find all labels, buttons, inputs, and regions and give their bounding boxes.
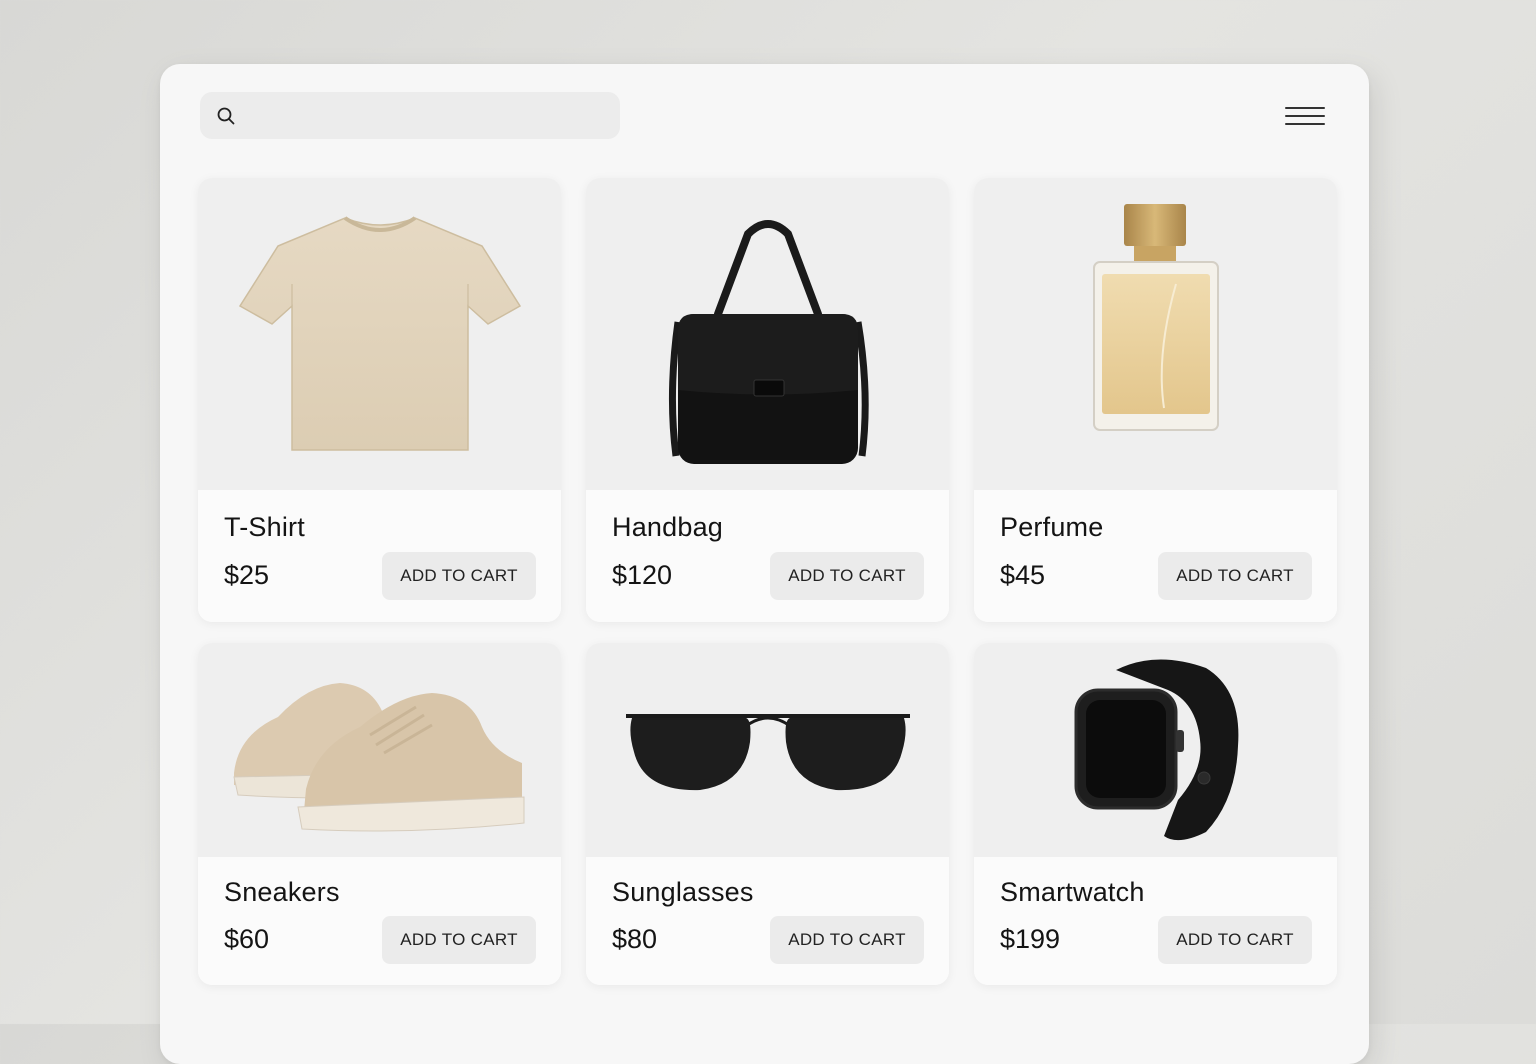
add-to-cart-button[interactable]: ADD TO CART	[1158, 552, 1312, 600]
app-window: T-Shirt $25 ADD TO CART Handbag $120 ADD…	[160, 64, 1369, 1064]
product-name: T-Shirt	[224, 512, 305, 542]
product-name: Smartwatch	[1000, 877, 1145, 907]
product-name: Sunglasses	[612, 877, 754, 907]
sunglasses-image[interactable]	[586, 643, 949, 857]
product-card-sneakers[interactable]: Sneakers $60 ADD TO CART	[198, 643, 561, 985]
sneakers-image[interactable]	[198, 643, 561, 857]
product-card-tshirt[interactable]: T-Shirt $25 ADD TO CART	[198, 178, 561, 622]
add-to-cart-button[interactable]: ADD TO CART	[770, 552, 924, 600]
product-card-handbag[interactable]: Handbag $120 ADD TO CART	[586, 178, 949, 622]
menu-line	[1285, 123, 1325, 125]
product-price: $25	[224, 560, 270, 590]
product-card-smartwatch[interactable]: Smartwatch $199 ADD TO CART	[974, 643, 1337, 985]
search-icon[interactable]	[216, 106, 236, 126]
card-body: T-Shirt $25 ADD TO CART	[198, 490, 561, 622]
menu-line	[1285, 107, 1325, 109]
product-price: $45	[1000, 560, 1046, 590]
hamburger-menu-icon[interactable]	[1285, 100, 1325, 132]
card-body: Handbag $120 ADD TO CART	[586, 490, 949, 622]
product-name: Perfume	[1000, 512, 1104, 542]
smartwatch-image[interactable]	[974, 643, 1337, 857]
card-body: Smartwatch $199 ADD TO CART	[974, 857, 1337, 985]
add-to-cart-button[interactable]: ADD TO CART	[382, 916, 536, 964]
product-price: $120	[612, 560, 673, 590]
search-bar[interactable]	[200, 91, 620, 140]
product-price: $60	[224, 924, 270, 954]
card-body: Sunglasses $80 ADD TO CART	[586, 857, 949, 985]
product-price: $199	[1000, 924, 1061, 954]
product-name: Sneakers	[224, 877, 340, 907]
add-to-cart-button[interactable]: ADD TO CART	[770, 916, 924, 964]
tshirt-image[interactable]	[198, 178, 561, 490]
perfume-image[interactable]	[974, 178, 1337, 490]
add-to-cart-button[interactable]: ADD TO CART	[1158, 916, 1312, 964]
card-body: Sneakers $60 ADD TO CART	[198, 857, 561, 985]
search-input[interactable]	[244, 91, 620, 140]
handbag-image[interactable]	[586, 178, 949, 490]
product-card-sunglasses[interactable]: Sunglasses $80 ADD TO CART	[586, 643, 949, 985]
card-body: Perfume $45 ADD TO CART	[974, 490, 1337, 622]
menu-line	[1285, 115, 1325, 117]
product-grid: T-Shirt $25 ADD TO CART Handbag $120 ADD…	[198, 178, 1337, 985]
product-card-perfume[interactable]: Perfume $45 ADD TO CART	[974, 178, 1337, 622]
product-name: Handbag	[612, 512, 723, 542]
product-price: $80	[612, 924, 658, 954]
add-to-cart-button[interactable]: ADD TO CART	[382, 552, 536, 600]
